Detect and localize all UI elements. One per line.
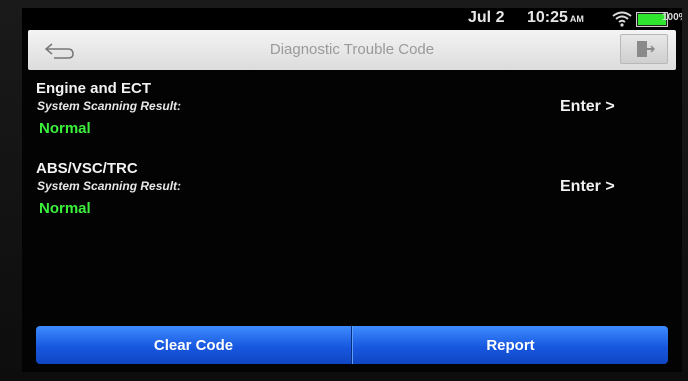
- exit-door-icon: [637, 41, 656, 57]
- system-caption: System Scanning Result:: [37, 179, 182, 193]
- system-name: ABS/VSC/TRC: [36, 160, 138, 177]
- exit-button[interactable]: [620, 34, 668, 64]
- wifi-icon: [612, 11, 632, 27]
- enter-button-engine[interactable]: Enter >: [560, 98, 615, 116]
- battery-percent: 100%: [662, 12, 682, 23]
- status-date: Jul 2: [468, 9, 505, 26]
- screen: Jul 2 10:25AM 100%: [22, 8, 682, 372]
- clear-code-button[interactable]: Clear Code: [36, 326, 352, 364]
- status-time-value: 10:25: [527, 9, 568, 26]
- system-status-normal: Normal: [39, 200, 91, 217]
- status-ampm: AM: [569, 14, 584, 24]
- status-bar: Jul 2 10:25AM 100%: [22, 8, 682, 30]
- system-caption: System Scanning Result:: [37, 99, 182, 113]
- page-title: Diagnostic Trouble Code: [269, 41, 435, 58]
- title-bar: Diagnostic Trouble Code: [28, 30, 676, 70]
- status-time: 10:25 AM: [527, 9, 584, 27]
- enter-button-abs[interactable]: Enter >: [560, 178, 615, 196]
- system-status-normal: Normal: [39, 120, 91, 137]
- device-frame: Jul 2 10:25AM 100%: [0, 0, 688, 381]
- system-row-engine: Engine and ECT System Scanning Result: N…: [36, 80, 676, 150]
- report-button[interactable]: Report: [352, 326, 668, 364]
- system-row-abs: ABS/VSC/TRC System Scanning Result: Norm…: [36, 160, 676, 230]
- bottom-action-bar: Clear Code Report: [36, 326, 668, 364]
- system-name: Engine and ECT: [36, 80, 152, 97]
